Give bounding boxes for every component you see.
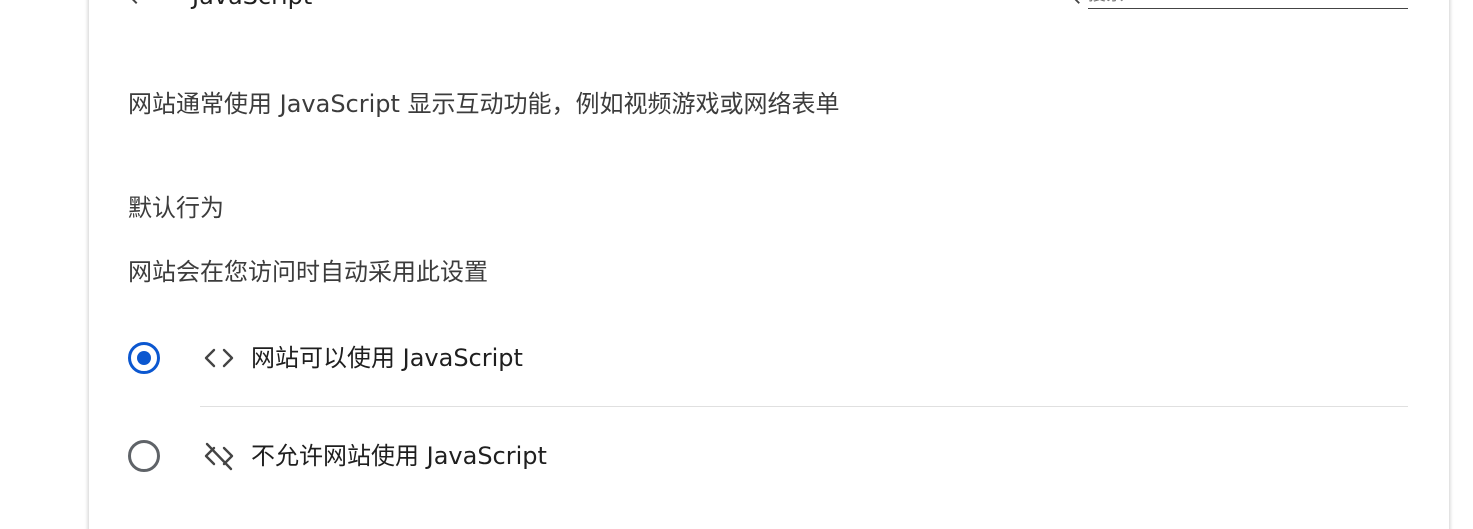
search-input[interactable] — [1088, 0, 1408, 9]
radio-allow[interactable] — [128, 342, 160, 374]
settings-page: JavaScript 网站通常使用 JavaScript 显示互动功能，例如视频… — [0, 0, 1473, 529]
option-divider — [200, 406, 1408, 407]
code-icon — [204, 348, 234, 368]
option-block-javascript[interactable]: 不允许网站使用 JavaScript — [128, 426, 1408, 486]
radio-block[interactable] — [128, 440, 160, 472]
section-title: 默认行为 — [128, 194, 224, 222]
back-button[interactable] — [124, 0, 148, 8]
option-block-label: 不允许网站使用 JavaScript — [251, 442, 547, 470]
search-icon — [1068, 0, 1080, 4]
page-description: 网站通常使用 JavaScript 显示互动功能，例如视频游戏或网络表单 — [128, 90, 840, 118]
code-off-icon — [204, 442, 234, 471]
option-allow-javascript[interactable]: 网站可以使用 JavaScript — [128, 328, 1408, 388]
radio-dot — [137, 351, 151, 365]
page-title: JavaScript — [192, 0, 312, 8]
option-allow-label: 网站可以使用 JavaScript — [251, 344, 523, 372]
search-bar — [1060, 0, 1408, 10]
arrow-back-icon — [132, 0, 138, 4]
section-subtitle: 网站会在您访问时自动采用此设置 — [128, 258, 488, 286]
